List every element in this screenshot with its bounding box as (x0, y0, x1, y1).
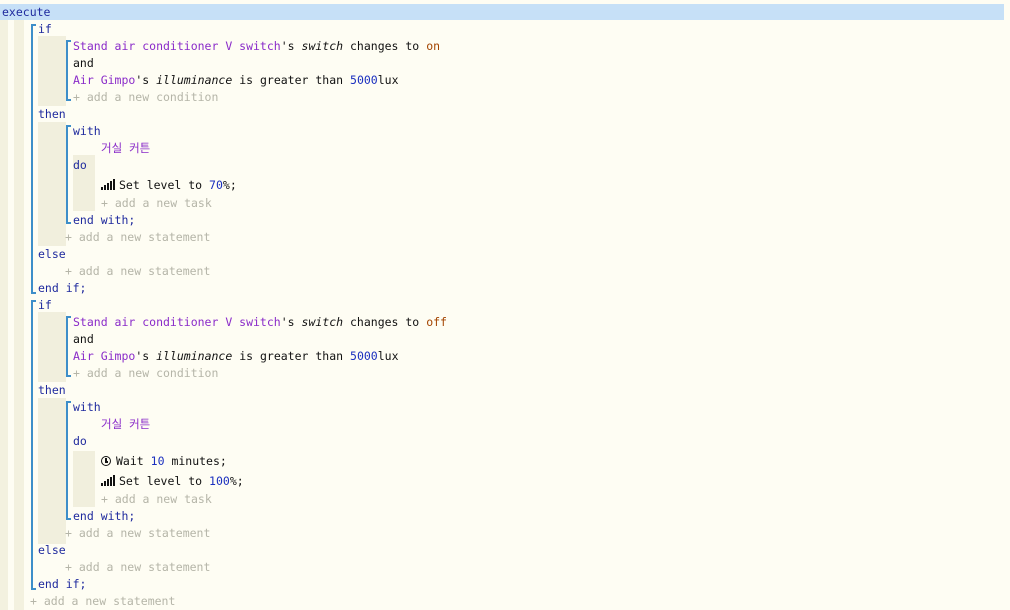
execute-keyword: execute (2, 5, 51, 19)
else-keyword[interactable]: else (38, 543, 66, 557)
condition-bracket (66, 40, 71, 101)
possessive: 's (135, 349, 150, 363)
task-row[interactable]: Set level to 70%; (101, 178, 237, 192)
possessive: 's (280, 315, 295, 329)
unit-label: lux (377, 349, 399, 363)
signal-bars-icon (101, 475, 115, 486)
add-task-link[interactable]: + add a new task (101, 492, 212, 506)
task-value[interactable]: 10 (151, 454, 165, 468)
condition-row[interactable]: Air Gimpo's illuminance is greater than … (73, 349, 399, 363)
add-statement-link[interactable]: + add a new statement (65, 560, 210, 574)
add-statement-link[interactable]: + add a new statement (65, 264, 210, 278)
add-statement-link[interactable]: + add a new statement (65, 230, 210, 244)
with-keyword[interactable]: with (73, 400, 101, 414)
indent-guide (0, 20, 8, 610)
and-keyword[interactable]: and (73, 56, 94, 70)
device-name[interactable]: Air Gimpo (73, 349, 135, 363)
if-keyword[interactable]: if (38, 298, 52, 312)
comparison[interactable]: changes to (350, 39, 419, 53)
else-keyword[interactable]: else (38, 247, 66, 261)
then-shade (38, 122, 66, 246)
unit-label: lux (377, 73, 399, 87)
execute-header[interactable]: execute (0, 4, 1004, 20)
device-name[interactable]: Stand air conditioner V switch (73, 315, 281, 329)
condition-bracket (66, 316, 71, 377)
and-keyword[interactable]: and (73, 332, 94, 346)
with-bracket (66, 401, 71, 520)
possessive: 's (135, 73, 150, 87)
add-task-link[interactable]: + add a new task (101, 196, 212, 210)
add-statement-link[interactable]: + add a new statement (30, 594, 175, 608)
add-condition-link[interactable]: + add a new condition (73, 366, 218, 380)
condition-value[interactable]: off (426, 315, 447, 329)
attribute-name[interactable]: switch (302, 39, 344, 53)
task-unit: %; (222, 178, 237, 192)
task-text: Set level to (119, 474, 203, 488)
signal-bars-icon (101, 179, 115, 190)
task-text: Set level to (119, 178, 203, 192)
clock-icon (101, 456, 111, 466)
with-target-device[interactable]: 거실 커튼 (101, 417, 150, 431)
if-block-bracket (31, 300, 36, 590)
add-condition-link[interactable]: + add a new condition (73, 90, 218, 104)
with-keyword[interactable]: with (73, 124, 101, 138)
comparison[interactable]: changes to (350, 315, 419, 329)
task-row[interactable]: Set level to 100%; (101, 474, 244, 488)
attribute-name[interactable]: illuminance (156, 73, 232, 87)
with-bracket (66, 125, 71, 224)
end-with-keyword: end with; (73, 509, 136, 523)
do-shade (73, 451, 95, 507)
if-keyword[interactable]: if (38, 22, 52, 36)
attribute-name[interactable]: illuminance (156, 349, 232, 363)
device-name[interactable]: Stand air conditioner V switch (73, 39, 281, 53)
task-value[interactable]: 70 (209, 178, 223, 192)
do-keyword[interactable]: do (73, 434, 87, 448)
task-text: Wait (116, 454, 144, 468)
condition-row[interactable]: Stand air conditioner V switch's switch … (73, 39, 440, 53)
condition-value[interactable]: on (426, 39, 440, 53)
attribute-name[interactable]: switch (302, 315, 344, 329)
comparison[interactable]: is greater than (239, 349, 343, 363)
condition-row[interactable]: Stand air conditioner V switch's switch … (73, 315, 447, 329)
possessive: 's (280, 39, 295, 53)
end-if-keyword: end if; (38, 281, 87, 295)
then-shade (38, 398, 66, 544)
comparison[interactable]: is greater than (239, 73, 343, 87)
task-row[interactable]: Wait 10 minutes; (101, 454, 227, 468)
condition-value[interactable]: 5000 (350, 349, 378, 363)
condition-row[interactable]: Air Gimpo's illuminance is greater than … (73, 73, 399, 87)
condition-value[interactable]: 5000 (350, 73, 378, 87)
condition-shade (38, 36, 66, 106)
then-keyword[interactable]: then (38, 383, 66, 397)
task-value[interactable]: 100 (209, 474, 230, 488)
end-if-keyword: end if; (38, 577, 87, 591)
if-block-bracket (31, 24, 36, 294)
do-keyword[interactable]: do (73, 158, 87, 172)
end-with-keyword: end with; (73, 213, 136, 227)
add-statement-link[interactable]: + add a new statement (65, 526, 210, 540)
with-target-device[interactable]: 거실 커튼 (101, 141, 150, 155)
device-name[interactable]: Air Gimpo (73, 73, 135, 87)
task-unit: minutes; (171, 454, 227, 468)
then-keyword[interactable]: then (38, 107, 66, 121)
condition-shade (38, 312, 66, 382)
task-unit: %; (229, 474, 244, 488)
indent-guide (14, 20, 24, 610)
